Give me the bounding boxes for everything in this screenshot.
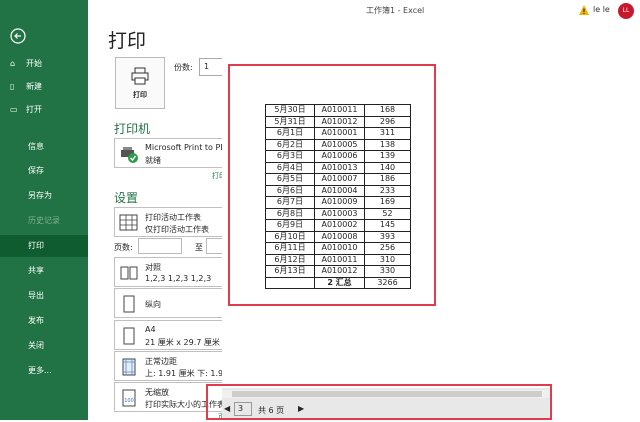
highlight-table-box: [228, 64, 436, 306]
settings-heading: 设置: [114, 191, 139, 205]
backstage-sidebar: ⌂ 开始 ▯ 新建 ▭ 打开 信息 保存 另存为 历史记录 打印 共享 导出 发布 关…: [0, 0, 88, 420]
folder-open-icon: ▭: [10, 105, 18, 114]
sidebar-item-save[interactable]: 保存: [0, 160, 88, 182]
page-title: 打印: [108, 30, 147, 52]
warning-icon[interactable]: [578, 4, 590, 16]
copies-label: 份数:: [174, 63, 193, 72]
scaling-icon: 100: [122, 389, 136, 407]
sidebar-item-history: 历史记录: [28, 216, 60, 225]
new-file-icon: ▯: [10, 82, 15, 91]
page-navigator: ◀ 3 共 6 页 ▶: [222, 402, 322, 418]
margins-icon: [122, 358, 136, 376]
sidebar-item-more[interactable]: 更多...: [0, 360, 88, 382]
window-title: 工作簿1 - Excel: [366, 6, 425, 15]
sidebar-item-share[interactable]: 共享: [0, 260, 88, 282]
prev-page-icon[interactable]: ◀: [224, 404, 230, 413]
sidebar-item-info[interactable]: 信息: [0, 136, 88, 158]
scaling-icon-text: 100: [124, 398, 134, 404]
pages-to-label: 至: [195, 243, 203, 252]
collate-icon: [120, 266, 138, 280]
sidebar-item-open[interactable]: ▭ 打开: [0, 99, 88, 121]
home-icon: ⌂: [10, 59, 16, 68]
sidebar-item-close[interactable]: 关闭: [0, 335, 88, 357]
sidebar-item-save-as[interactable]: 另存为: [0, 185, 88, 207]
sidebar-item-publish[interactable]: 发布: [0, 310, 88, 332]
back-arrow-icon[interactable]: [10, 28, 26, 44]
sidebar-item-home[interactable]: ⌂ 开始: [0, 53, 88, 75]
user-name[interactable]: le le: [593, 5, 610, 14]
portrait-page-icon: [123, 295, 135, 313]
sidebar-item-print[interactable]: 打印: [0, 235, 88, 257]
sidebar-item-new[interactable]: ▯ 新建: [0, 76, 88, 98]
avatar[interactable]: LL: [618, 3, 634, 19]
printer-icon: [131, 67, 149, 85]
sheet-grid-icon: [119, 214, 138, 231]
printer-ready-icon: [121, 147, 138, 163]
next-page-icon[interactable]: ▶: [298, 404, 304, 413]
sidebar-item-export[interactable]: 导出: [0, 285, 88, 307]
pages-label: 页数:: [114, 243, 133, 252]
total-pages-label: 共 6 页: [258, 406, 285, 415]
printer-heading: 打印机: [114, 122, 151, 136]
print-button[interactable]: 打印: [115, 57, 165, 109]
title-bar: 工作簿1 - Excel le le LL: [88, 0, 640, 22]
paper-size-icon: [123, 327, 135, 345]
current-page-input[interactable]: 3: [234, 402, 252, 416]
pages-from-input[interactable]: [138, 238, 182, 254]
